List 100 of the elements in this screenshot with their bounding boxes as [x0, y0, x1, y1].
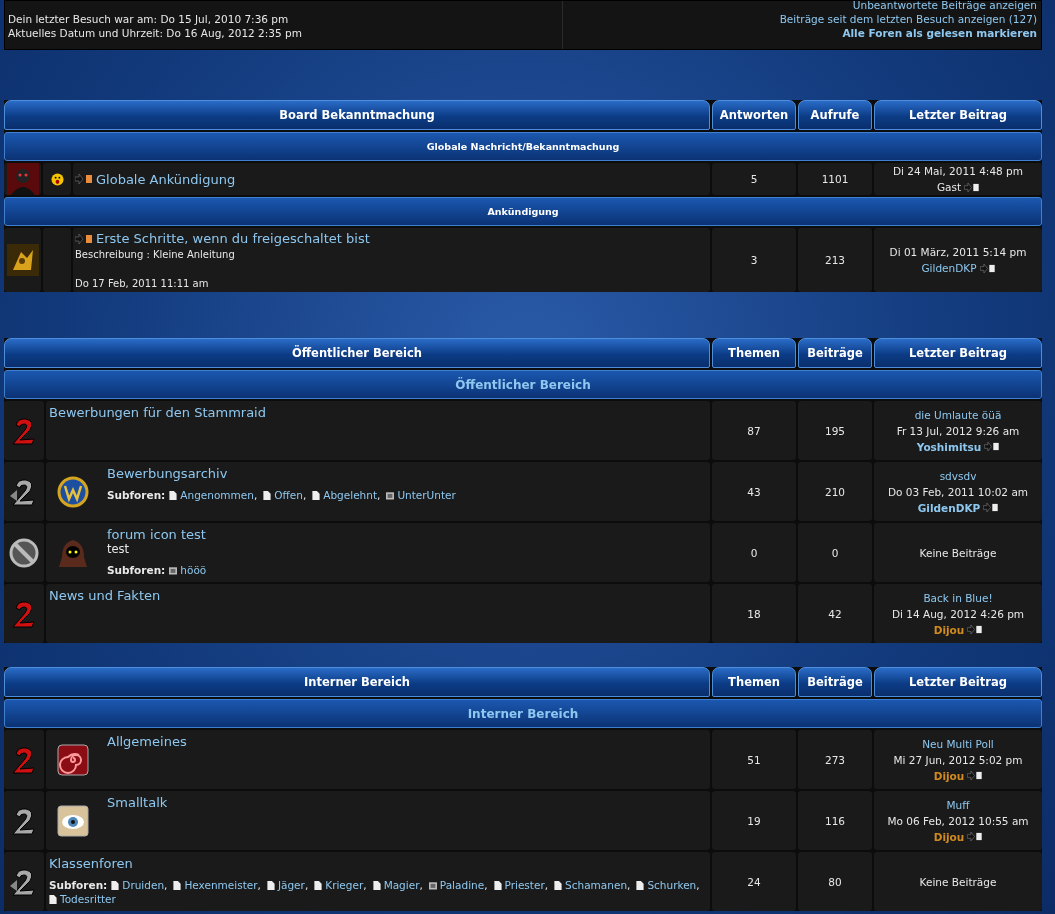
forum-link[interactable]: forum icon test [107, 527, 213, 542]
last-post-date: Mi 27 Jun, 2012 5:02 pm [893, 752, 1023, 768]
subforum-link[interactable]: Priester [504, 879, 545, 891]
last-post-link[interactable]: Back in Blue! [923, 589, 993, 606]
subforum-link[interactable]: Jäger [277, 879, 305, 891]
no-posts-text: Keine Beiträge [919, 545, 997, 561]
separator: , [257, 879, 261, 891]
column-header: Themen [712, 667, 796, 697]
last-post-date: Di 14 Aug, 2012 4:26 pm [891, 606, 1025, 622]
subforum-link[interactable]: hööö [180, 564, 207, 576]
subforum-link[interactable]: Hexenmeister [184, 879, 258, 891]
visit-info-text: Aktuelles Datum und Uhrzeit: Do 16 Aug, 2012 2:35 pm [8, 26, 303, 40]
column-header: Letzter Beitrag [874, 100, 1042, 130]
author-link[interactable]: Dijou [933, 767, 965, 784]
separator: , [377, 489, 381, 501]
separator: , [164, 879, 168, 891]
forum-link[interactable]: Bewerbungen für den Stammraid [49, 405, 266, 420]
topic-count: 0 [712, 523, 796, 582]
separator: , [419, 879, 423, 891]
category-header: Globale Nachricht/Bekanntmachung [4, 132, 1042, 161]
column-header: Themen [712, 338, 796, 368]
author-link[interactable]: Dijou [933, 621, 965, 638]
view-latest-post-icon[interactable] [967, 771, 983, 780]
column-header: Letzter Beitrag [874, 338, 1042, 368]
subforum-link[interactable]: Offen [274, 489, 303, 501]
separator: , [696, 879, 700, 891]
avatar-icon [6, 244, 39, 276]
subforum-link[interactable]: Todesritter [60, 893, 116, 905]
category-header: Ankündigung [4, 197, 1042, 226]
separator: , [304, 879, 309, 891]
forum-description: test [107, 542, 131, 556]
topic-date: Do 17 Feb, 2011 11:11 am [75, 278, 209, 289]
last-post-date: Di 24 Mai, 2011 4:48 pm [893, 164, 1023, 179]
column-header: Beiträge [798, 667, 872, 697]
last-post-date: Mo 06 Feb, 2012 10:55 am [887, 813, 1029, 829]
subforum-label: Subforen: [107, 564, 166, 576]
view-latest-post-icon[interactable] [979, 263, 995, 273]
view-latest-post-icon[interactable] [967, 832, 983, 841]
forum-link[interactable]: Allgemeines [107, 734, 187, 749]
view-count: 213 [798, 228, 872, 292]
column-header: Board Bekanntmachung [4, 100, 710, 130]
view-latest-post-icon[interactable] [964, 182, 980, 192]
forum-link[interactable]: Bewerbungsarchiv [107, 466, 462, 481]
column-header: Beiträge [798, 338, 872, 368]
topic-count: 51 [712, 730, 796, 789]
column-header: Öffentlicher Bereich [4, 338, 710, 368]
post-count: 42 [798, 584, 872, 643]
separator: , [302, 489, 307, 501]
topic-count: 24 [712, 852, 796, 911]
column-header: Interner Bereich [4, 667, 710, 697]
subforum-link[interactable]: UnterUnter [397, 489, 456, 501]
author-link[interactable]: Gast [936, 179, 962, 195]
no-posts-text: Keine Beiträge [919, 874, 997, 890]
author-link[interactable]: Dijou [933, 828, 965, 845]
post-count: 210 [798, 462, 872, 521]
subforum-link[interactable]: Magier [383, 879, 420, 891]
topic-count: 87 [712, 401, 796, 460]
post-count: 116 [798, 791, 872, 850]
eye-icon [57, 804, 89, 837]
column-header: Antworten [712, 100, 796, 130]
last-post-link[interactable]: sdvsdv [939, 467, 977, 484]
post-count: 80 [798, 852, 872, 911]
last-post-date: Di 01 März, 2011 5:14 pm [889, 245, 1027, 260]
quick-link[interactable]: Beiträge seit dem letzten Besuch anzeigen (127) [779, 12, 1037, 26]
view-latest-post-icon[interactable] [983, 503, 999, 512]
forum-link[interactable]: Smalltalk [107, 795, 168, 810]
last-post-link[interactable]: die Umlaute öüä [914, 406, 1002, 423]
topic-description: Beschreibung : Kleine Anleitung [75, 249, 235, 260]
subforum-link[interactable]: Krieger [325, 879, 364, 891]
subforum-label: Subforen: [107, 489, 166, 501]
forum-link[interactable]: News und Fakten [49, 588, 161, 603]
quick-link[interactable]: Alle Foren als gelesen markieren [842, 26, 1037, 40]
emblem-icon [57, 475, 89, 508]
quick-link[interactable]: Unbeantwortete Beiträge anzeigen [852, 0, 1037, 12]
last-post-link[interactable]: Muff [946, 796, 970, 813]
separator: , [627, 879, 631, 891]
category-link[interactable]: Interner Bereich [4, 699, 1042, 728]
view-latest-post-icon[interactable] [967, 625, 983, 634]
column-header: Aufrufe [798, 100, 872, 130]
last-post-date: Fr 13 Jul, 2012 9:26 am [896, 423, 1020, 439]
reply-count: 5 [712, 163, 796, 195]
topic-count: 43 [712, 462, 796, 521]
subforum-link[interactable]: Angenommen [180, 489, 254, 501]
author-link[interactable]: GildenDKP [921, 260, 977, 276]
author-link[interactable]: GildenDKP [917, 499, 981, 516]
topic-count: 19 [712, 791, 796, 850]
view-latest-post-icon[interactable] [984, 442, 1000, 451]
reply-count: 3 [712, 228, 796, 292]
last-post-link[interactable]: Neu Multi Poll [922, 735, 994, 752]
topic-link[interactable]: Globale Ankündigung [96, 171, 236, 187]
visit-info-text: Dein letzter Besuch war am: Do 15 Jul, 2010 7:36 pm [8, 12, 290, 26]
category-link[interactable]: Öffentlicher Bereich [4, 370, 1042, 399]
separator: , [253, 489, 258, 501]
author-link[interactable]: Yoshimitsu [916, 438, 982, 455]
view-count: 1101 [798, 163, 872, 195]
topic-link[interactable]: Erste Schritte, wenn du freigeschaltet bist [96, 231, 370, 246]
last-post-date: Do 03 Feb, 2011 10:02 am [887, 484, 1029, 500]
spiral-icon [57, 743, 89, 776]
subforum-label: Subforen: [49, 879, 108, 891]
forum-link[interactable]: Klassenforen [49, 856, 706, 871]
